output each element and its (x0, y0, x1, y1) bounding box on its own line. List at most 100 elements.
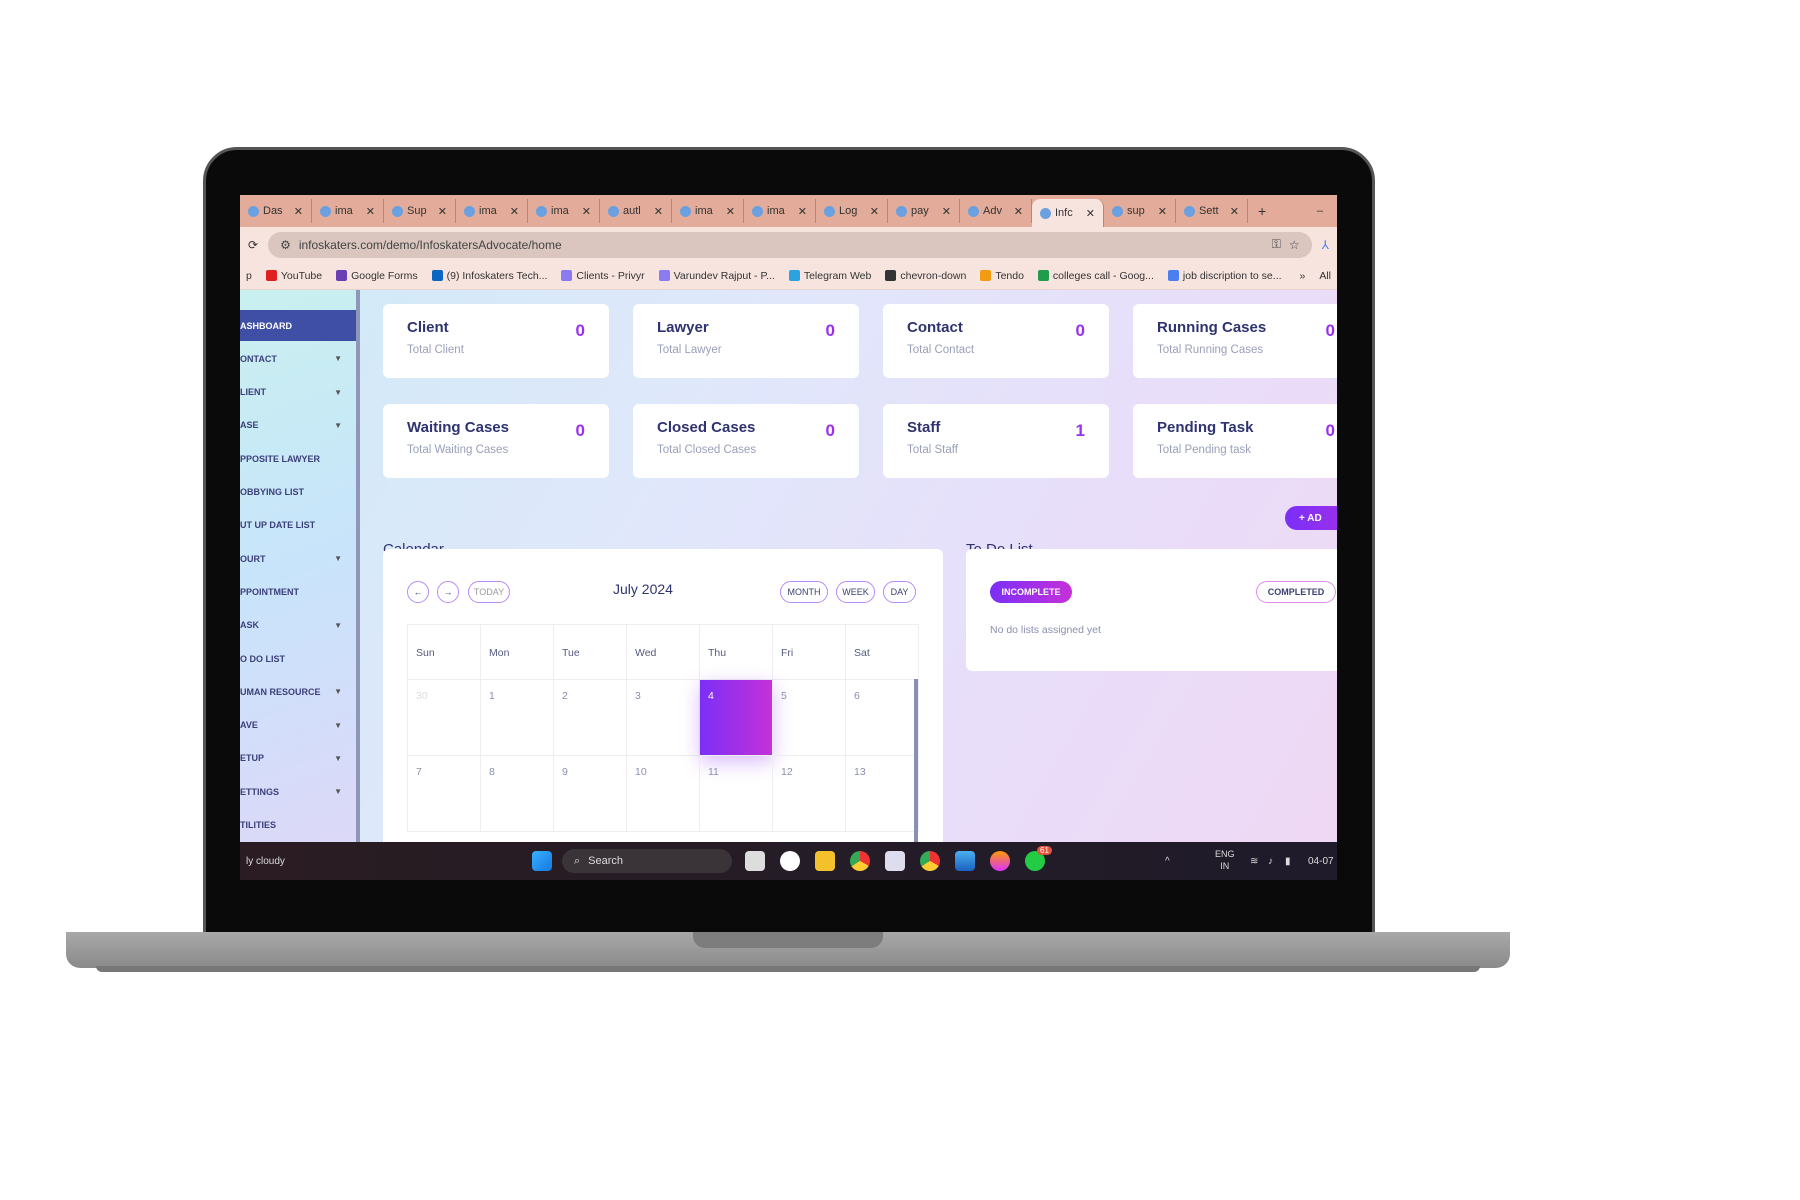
sidebar-item[interactable]: OBBYING LIST (240, 477, 356, 508)
reload-icon[interactable]: ⟳ (248, 238, 258, 252)
browser-tab[interactable]: Das ✕ (240, 199, 312, 223)
calendar-day-cell[interactable]: 5 (773, 680, 846, 756)
sidebar-item[interactable]: ETTINGS ▼ (240, 776, 356, 807)
calendar-day-cell[interactable]: 12 (773, 756, 846, 832)
sidebar-item[interactable]: ASK ▼ (240, 610, 356, 641)
sidebar-item[interactable]: UT UP DATE LIST (240, 510, 356, 541)
close-tab-icon[interactable]: ✕ (798, 205, 807, 218)
sidebar-item[interactable]: PPOINTMENT (240, 576, 356, 607)
volume-icon[interactable]: ♪ (1268, 856, 1273, 867)
browser-tab[interactable]: ima ✕ (312, 199, 384, 223)
sidebar-item[interactable]: ASHBOARD (240, 310, 356, 341)
star-icon[interactable]: ☆ (1289, 238, 1300, 252)
calendar-day-cell[interactable]: 3 (627, 680, 700, 756)
bookmark[interactable]: YouTube (265, 270, 322, 282)
close-tab-icon[interactable]: ✕ (942, 205, 951, 218)
close-tab-icon[interactable]: ✕ (294, 205, 303, 218)
task-view-icon[interactable] (745, 851, 765, 871)
sidebar-item[interactable]: ONTACT ▼ (240, 343, 356, 374)
sidebar-item[interactable]: ETUP ▼ (240, 743, 356, 774)
sidebar-item[interactable]: LIENT ▼ (240, 377, 356, 408)
clock[interactable]: 04-07 (1308, 856, 1334, 867)
close-tab-icon[interactable]: ✕ (1158, 205, 1167, 218)
close-tab-icon[interactable]: ✕ (726, 205, 735, 218)
browser-tab[interactable]: pay ✕ (888, 199, 960, 223)
all-bookmarks-folder[interactable]: All (1319, 270, 1331, 282)
close-tab-icon[interactable]: ✕ (438, 205, 447, 218)
today-button[interactable]: TODAY (468, 581, 510, 603)
browser-tab[interactable]: sup ✕ (1104, 199, 1176, 223)
minimize-button[interactable]: – (1317, 205, 1337, 217)
browser-tab[interactable]: ima ✕ (456, 199, 528, 223)
bookmark[interactable]: Tendo (980, 270, 1024, 282)
sidebar-item[interactable]: O DO LIST (240, 643, 356, 674)
month-view-button[interactable]: MONTH (780, 581, 828, 603)
key-icon[interactable]: ⚿ (1272, 237, 1281, 252)
chrome-icon[interactable] (850, 851, 870, 871)
bookmark[interactable]: job discription to se... (1167, 270, 1282, 282)
calendar-day-cell[interactable]: 2 (554, 680, 627, 756)
close-tab-icon[interactable]: ✕ (1014, 205, 1023, 218)
calendar-day-cell[interactable]: 6 (846, 680, 919, 756)
bookmark[interactable]: Telegram Web (788, 270, 871, 282)
browser-tab[interactable]: Sett ✕ (1176, 199, 1248, 223)
calendar-scrollbar[interactable] (914, 679, 918, 849)
wifi-icon[interactable]: ≋ (1250, 856, 1258, 867)
bookmark[interactable]: (9) Infoskaters Tech... (431, 270, 547, 282)
stat-card[interactable]: Waiting Cases Total Waiting Cases 0 (383, 404, 609, 478)
calendar-day-cell[interactable]: 30 (408, 680, 481, 756)
file-explorer-icon[interactable] (815, 851, 835, 871)
stat-card[interactable]: Closed Cases Total Closed Cases 0 (633, 404, 859, 478)
calendar-day-cell[interactable]: 7 (408, 756, 481, 832)
new-tab-button[interactable]: + (1248, 203, 1276, 219)
calendar-day-cell[interactable]: 11 (700, 756, 773, 832)
prev-button[interactable]: ← (407, 581, 429, 603)
sidebar-item[interactable]: OURT ▼ (240, 543, 356, 574)
browser-tab[interactable]: ima ✕ (528, 199, 600, 223)
more-bookmarks-button[interactable]: » (1299, 270, 1305, 282)
close-tab-icon[interactable]: ✕ (582, 205, 591, 218)
add-todo-button[interactable]: + AD (1285, 506, 1337, 530)
bookmark[interactable]: chevron-down (885, 270, 966, 282)
day-view-button[interactable]: DAY (883, 581, 916, 603)
bookmark[interactable]: Varundev Rajput - P... (658, 270, 775, 282)
bookmark[interactable]: colleges call - Goog... (1037, 270, 1154, 282)
close-tab-icon[interactable]: ✕ (870, 205, 879, 218)
week-view-button[interactable]: WEEK (836, 581, 875, 603)
calendar-day-cell[interactable]: 8 (481, 756, 554, 832)
browser-tab[interactable]: Sup ✕ (384, 199, 456, 223)
calendar-day-cell[interactable]: 9 (554, 756, 627, 832)
next-button[interactable]: → (437, 581, 459, 603)
stat-card[interactable]: Staff Total Staff 1 (883, 404, 1109, 478)
sidebar-item[interactable]: UMAN RESOURCE ▼ (240, 676, 356, 707)
browser-tab[interactable]: ima ✕ (672, 199, 744, 223)
stat-card[interactable]: Pending Task Total Pending task 0 (1133, 404, 1337, 478)
taskbar-search[interactable]: ⌕ Search (562, 849, 732, 873)
site-info-icon[interactable]: ⚙ (280, 238, 291, 252)
sidebar-item[interactable]: ASE ▼ (240, 410, 356, 441)
language-indicator[interactable]: ENG IN (1215, 848, 1235, 872)
browser-tab[interactable]: Infc ✕ (1032, 199, 1104, 227)
close-tab-icon[interactable]: ✕ (366, 205, 375, 218)
sidebar-item[interactable]: AVE ▼ (240, 710, 356, 741)
sidebar-item[interactable]: TILITIES (240, 810, 356, 841)
close-tab-icon[interactable]: ✕ (510, 205, 519, 218)
sidebar-scrollbar[interactable] (356, 290, 360, 842)
chevron-up-icon[interactable]: ^ (1165, 856, 1170, 867)
close-tab-icon[interactable]: ✕ (654, 205, 663, 218)
browser-tab[interactable]: Adv ✕ (960, 199, 1032, 223)
app-icon[interactable] (780, 851, 800, 871)
calendar-day-cell[interactable]: 10 (627, 756, 700, 832)
stat-card[interactable]: Client Total Client 0 (383, 304, 609, 378)
profile-icon[interactable]: ⅄ (1322, 238, 1329, 252)
browser-tab[interactable]: autl ✕ (600, 199, 672, 223)
firefox-icon[interactable] (990, 851, 1010, 871)
close-tab-icon[interactable]: ✕ (1086, 207, 1095, 220)
calendar-day-cell[interactable]: 4 (700, 680, 773, 756)
browser-tab[interactable]: Log ✕ (816, 199, 888, 223)
stat-card[interactable]: Contact Total Contact 0 (883, 304, 1109, 378)
bookmark[interactable]: Clients - Privyr (561, 270, 645, 282)
chrome-active-icon[interactable] (920, 851, 940, 871)
browser-tab[interactable]: ima ✕ (744, 199, 816, 223)
stat-card[interactable]: Lawyer Total Lawyer 0 (633, 304, 859, 378)
